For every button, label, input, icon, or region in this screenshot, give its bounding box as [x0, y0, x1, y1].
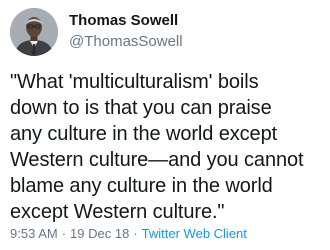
tweet-source-link[interactable]: Twitter Web Client	[142, 226, 247, 241]
author-handle[interactable]: @ThomasSowell	[69, 33, 183, 51]
tweet-date[interactable]: 19 Dec 18	[70, 226, 129, 241]
author-display-name[interactable]: Thomas Sowell	[69, 12, 183, 30]
avatar[interactable]	[10, 8, 58, 56]
tweet-metadata: 9:53 AM · 19 Dec 18 · Twitter Web Client	[10, 226, 247, 242]
tweet-card: Thomas Sowell @ThomasSowell "What 'multi…	[0, 0, 330, 250]
tweet-text-line: except Western culture."	[10, 201, 225, 223]
tweet-text-line: "What 'multiculturalism' boils	[10, 71, 259, 93]
meta-separator: ·	[133, 226, 138, 241]
tweet-text-line: down to is that you can praise	[10, 97, 272, 119]
tweet-text-line: blame any culture in the world	[10, 175, 273, 197]
author-info: Thomas Sowell @ThomasSowell	[69, 12, 183, 51]
tweet-text: "What 'multiculturalism' boils down to i…	[10, 69, 324, 225]
tweet-text-line: Western culture—and you cannot	[10, 149, 304, 171]
profile-photo-icon	[10, 8, 58, 56]
meta-separator: ·	[61, 226, 67, 241]
tweet-text-line: any culture in the world except	[10, 123, 278, 145]
tweet-time[interactable]: 9:53 AM	[10, 226, 58, 241]
